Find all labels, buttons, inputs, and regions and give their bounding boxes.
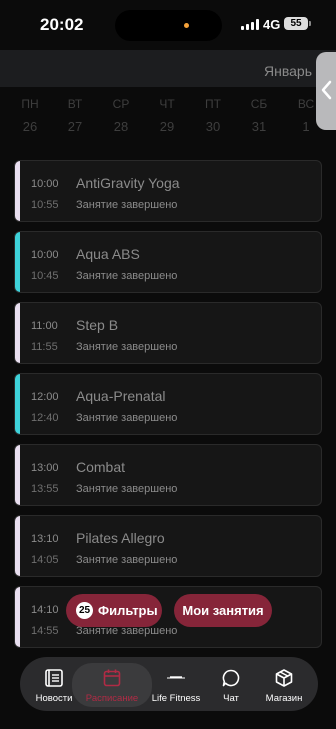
status-bar: 20:02 4G 55	[0, 0, 336, 50]
chat-icon	[222, 669, 240, 687]
class-color-bar	[15, 161, 20, 221]
box-icon	[275, 669, 293, 687]
class-status: Занятие завершено	[76, 341, 178, 353]
week-strip: ПН 26 ВТ 27 СР 28 ЧТ 29 ПТ 30 СБ 31 ВС 1	[0, 97, 336, 141]
news-icon	[45, 669, 63, 687]
life-fitness-logo-icon	[167, 676, 185, 679]
class-start-time: 13:10	[31, 533, 59, 545]
day-date: 29	[159, 119, 175, 134]
day-name: ЧТ	[159, 97, 175, 111]
class-start-time: 12:00	[31, 391, 59, 403]
class-start-time: 10:00	[31, 249, 59, 261]
tab-chat[interactable]: Чат	[206, 657, 256, 711]
tab-label: Расписание	[85, 693, 139, 704]
class-end-time: 13:55	[31, 483, 59, 495]
tab-label: Магазин	[265, 693, 303, 704]
class-end-time: 10:55	[31, 199, 59, 211]
tab-schedule[interactable]: Расписание	[72, 663, 152, 707]
class-card[interactable]: 11:00 11:55 Step B Занятие завершено	[14, 302, 322, 364]
day-name: ВС	[297, 97, 315, 111]
class-name: Aqua ABS	[76, 246, 140, 262]
class-name: Pilates Allegro	[76, 530, 165, 546]
class-start-time: 13:00	[31, 462, 59, 474]
day-cell[interactable]: ПТ 30	[193, 97, 233, 134]
class-card[interactable]: 12:00 12:40 Aqua-Prenatal Занятие заверш…	[14, 373, 322, 435]
day-cell[interactable]: ПН 26	[10, 97, 50, 134]
bottom-tab-bar: Новости Расписание Life Fitness Чат Мага…	[20, 657, 318, 711]
calendar-icon	[103, 669, 121, 687]
my-classes-label: Мои занятия	[182, 603, 264, 618]
class-start-time: 14:10	[31, 604, 59, 616]
my-classes-button[interactable]: Мои занятия	[174, 594, 272, 627]
class-end-time: 14:05	[31, 554, 59, 566]
class-start-time: 10:00	[31, 178, 59, 190]
filters-label: Фильтры	[98, 603, 158, 618]
class-status: Занятие завершено	[76, 554, 178, 566]
day-date: 28	[113, 119, 129, 134]
class-color-bar	[15, 232, 20, 292]
recording-dot	[184, 23, 189, 28]
day-name: ВТ	[67, 97, 83, 111]
day-cell[interactable]: ВС 1	[286, 97, 326, 134]
class-status: Занятие завершено	[76, 412, 178, 424]
status-time: 20:02	[40, 15, 84, 34]
filters-count-badge: 25	[76, 602, 93, 619]
class-name: Aqua-Prenatal	[76, 388, 166, 404]
day-name: СБ	[250, 97, 268, 111]
day-cell[interactable]: ВТ 27	[55, 97, 95, 134]
class-end-time: 14:55	[31, 625, 59, 637]
class-end-time: 12:40	[31, 412, 59, 424]
class-card[interactable]: 10:00 10:55 AntiGravity Yoga Занятие зав…	[14, 160, 322, 222]
class-status: Занятие завершено	[76, 199, 178, 211]
tab-label: Life Fitness	[151, 693, 201, 704]
day-cell[interactable]: ЧТ 29	[147, 97, 187, 134]
dynamic-island	[115, 10, 222, 41]
class-card[interactable]: 10:00 10:45 Aqua ABS Занятие завершено	[14, 231, 322, 293]
class-color-bar	[15, 303, 20, 363]
class-name: Combat	[76, 459, 126, 475]
class-name: AntiGravity Yoga	[76, 175, 180, 191]
battery-icon: 55	[284, 17, 308, 30]
tab-shop[interactable]: Магазин	[256, 657, 312, 711]
class-color-bar	[15, 516, 20, 576]
day-cell[interactable]: СР 28	[101, 97, 141, 134]
day-name: ПН	[21, 97, 39, 111]
day-name: СР	[112, 97, 130, 111]
day-date: 1	[302, 119, 310, 134]
day-cell[interactable]: СБ 31	[239, 97, 279, 134]
day-name: ПТ	[205, 97, 221, 111]
tab-label: Чат	[223, 693, 239, 704]
day-date: 27	[67, 119, 83, 134]
tab-life-fitness[interactable]: Life Fitness	[148, 657, 204, 711]
class-end-time: 10:45	[31, 270, 59, 282]
class-color-bar	[15, 445, 20, 505]
class-color-bar	[15, 374, 20, 434]
day-date: 30	[205, 119, 221, 134]
filters-button[interactable]: 25 Фильтры	[66, 594, 162, 627]
day-date: 26	[22, 119, 38, 134]
month-label[interactable]: Январь	[264, 63, 312, 79]
network-type: 4G	[263, 17, 281, 32]
signal-icon	[241, 19, 259, 30]
class-card[interactable]: 13:10 14:05 Pilates Allegro Занятие заве…	[14, 515, 322, 577]
class-name: Step B	[76, 317, 119, 333]
class-card[interactable]: 13:00 13:55 Combat Занятие завершено	[14, 444, 322, 506]
class-card[interactable]: 14:10 14:55 Занятие завершено	[14, 586, 322, 648]
day-date: 31	[251, 119, 267, 134]
class-end-time: 11:55	[31, 341, 58, 353]
class-status: Занятие завершено	[76, 270, 178, 282]
class-start-time: 11:00	[31, 320, 58, 332]
class-status: Занятие завершено	[76, 483, 178, 495]
battery-tip	[309, 21, 311, 26]
class-color-bar	[15, 587, 20, 647]
